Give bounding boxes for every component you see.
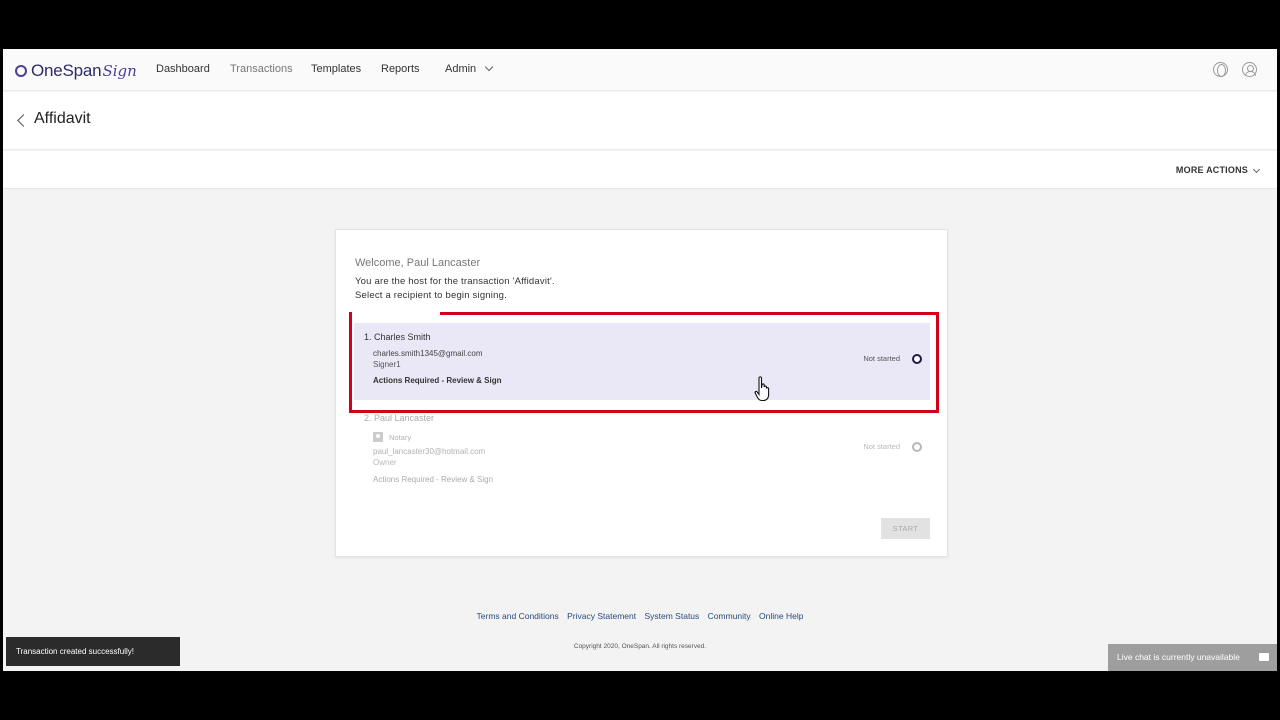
more-actions-label: MORE ACTIONS — [1175, 165, 1248, 175]
chat-icon — [1259, 653, 1269, 661]
copyright: Copyright 2020, OneSpan. All rights rese… — [573, 643, 707, 650]
nav-admin[interactable]: Admin — [445, 62, 494, 75]
recipient-status: Not started — [863, 442, 900, 451]
success-toast: Transaction created successfully! — [6, 637, 180, 666]
recipient-name: 2. Paul Lancaster — [364, 413, 435, 423]
nav-dashboard[interactable]: Dashboard — [156, 63, 210, 75]
welcome-text: Welcome, Paul Lancaster — [355, 257, 481, 269]
globe-icon[interactable] — [1213, 62, 1228, 77]
recipient-actions: Actions Required - Review & Sign — [373, 475, 494, 484]
logo-ring-icon — [15, 65, 27, 77]
nav-admin-label: Admin — [445, 63, 477, 75]
back-arrow-icon[interactable] — [17, 114, 30, 127]
logo-script: Sign — [102, 62, 137, 80]
nav-transactions[interactable]: Transactions — [230, 63, 293, 75]
chevron-down-icon — [484, 62, 494, 72]
notary-tag-label: Notary — [389, 432, 412, 442]
highlight-annotation — [349, 312, 939, 413]
footer-community-link[interactable]: Community — [708, 611, 751, 621]
recipient-radio[interactable] — [912, 442, 922, 452]
highlight-gap — [352, 312, 440, 315]
instruction-text: Select a recipient to begin signing. — [355, 290, 507, 301]
app-viewport: OneSpan Sign Dashboard Transactions Temp… — [3, 49, 1277, 671]
notary-tag: Notary — [373, 432, 411, 442]
more-actions-button[interactable]: MORE ACTIONS — [1175, 165, 1261, 175]
recipient-row-paul-lancaster[interactable]: 2. Paul Lancaster Notary paul_lancaster3… — [354, 410, 930, 490]
footer-help-link[interactable]: Online Help — [759, 611, 803, 621]
onespan-logo[interactable]: OneSpan Sign — [15, 59, 137, 83]
nav-reports[interactable]: Reports — [381, 63, 420, 75]
recipient-email: paul_lancaster30@hotmail.com — [373, 447, 486, 456]
footer-terms-link[interactable]: Terms and Conditions — [477, 611, 559, 621]
footer-privacy-link[interactable]: Privacy Statement — [567, 611, 636, 621]
live-chat-label: Live chat is currently unavailable — [1117, 652, 1240, 662]
notary-badge-icon — [373, 432, 383, 442]
footer-links: Terms and Conditions Privacy Statement S… — [3, 611, 1277, 621]
logo-text: OneSpan — [31, 61, 102, 80]
actions-bar: MORE ACTIONS — [3, 151, 1277, 189]
title-bar: Affidavit — [3, 92, 1277, 150]
user-icon[interactable] — [1242, 62, 1257, 77]
page-title: Affidavit — [34, 110, 91, 127]
footer-status-link[interactable]: System Status — [644, 611, 699, 621]
top-nav: OneSpan Sign Dashboard Transactions Temp… — [3, 49, 1277, 91]
chevron-down-icon — [1252, 165, 1261, 174]
host-text: You are the host for the transaction 'Af… — [355, 276, 555, 287]
live-chat-button[interactable]: Live chat is currently unavailable — [1108, 644, 1277, 671]
recipient-role: Owner — [373, 458, 397, 467]
nav-templates[interactable]: Templates — [311, 63, 361, 75]
hand-cursor-icon — [754, 376, 770, 402]
start-button[interactable]: START — [881, 518, 930, 539]
